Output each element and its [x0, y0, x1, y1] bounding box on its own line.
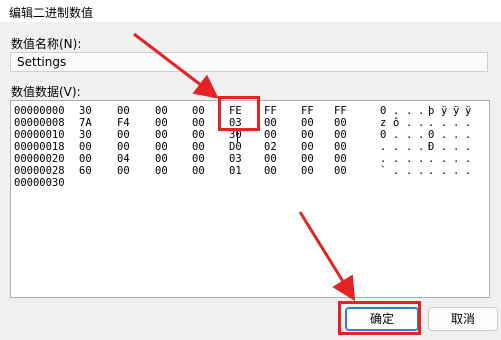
- hex-byte[interactable]: 60: [79, 164, 92, 178]
- ascii-char: .: [465, 165, 472, 177]
- ascii-char: .: [453, 165, 460, 177]
- cancel-button[interactable]: 取消: [428, 307, 498, 331]
- value-name-label: 数值名称(N):: [11, 37, 82, 51]
- value-name-field[interactable]: Settings: [10, 52, 488, 72]
- ascii-char: `: [380, 165, 387, 177]
- hex-byte[interactable]: 00: [117, 164, 130, 178]
- highlight-box-bytes: [218, 96, 260, 131]
- ascii-char: .: [428, 165, 435, 177]
- hex-address: 00000030: [14, 177, 65, 189]
- hex-byte[interactable]: 01: [229, 164, 242, 178]
- hex-byte[interactable]: 00: [334, 164, 347, 178]
- ascii-char: .: [393, 165, 400, 177]
- highlight-box-ok: [338, 301, 421, 335]
- ascii-char: .: [406, 165, 413, 177]
- ascii-char: .: [418, 165, 425, 177]
- hex-byte[interactable]: 00: [155, 164, 168, 178]
- title-bar: 编辑二进制数值: [0, 0, 501, 22]
- hex-byte[interactable]: 00: [264, 164, 277, 178]
- hex-byte[interactable]: 00: [192, 164, 205, 178]
- value-data-label: 数值数据(V):: [11, 85, 81, 99]
- window-title: 编辑二进制数值: [9, 6, 94, 20]
- ascii-char: .: [441, 165, 448, 177]
- hex-byte[interactable]: 00: [301, 164, 314, 178]
